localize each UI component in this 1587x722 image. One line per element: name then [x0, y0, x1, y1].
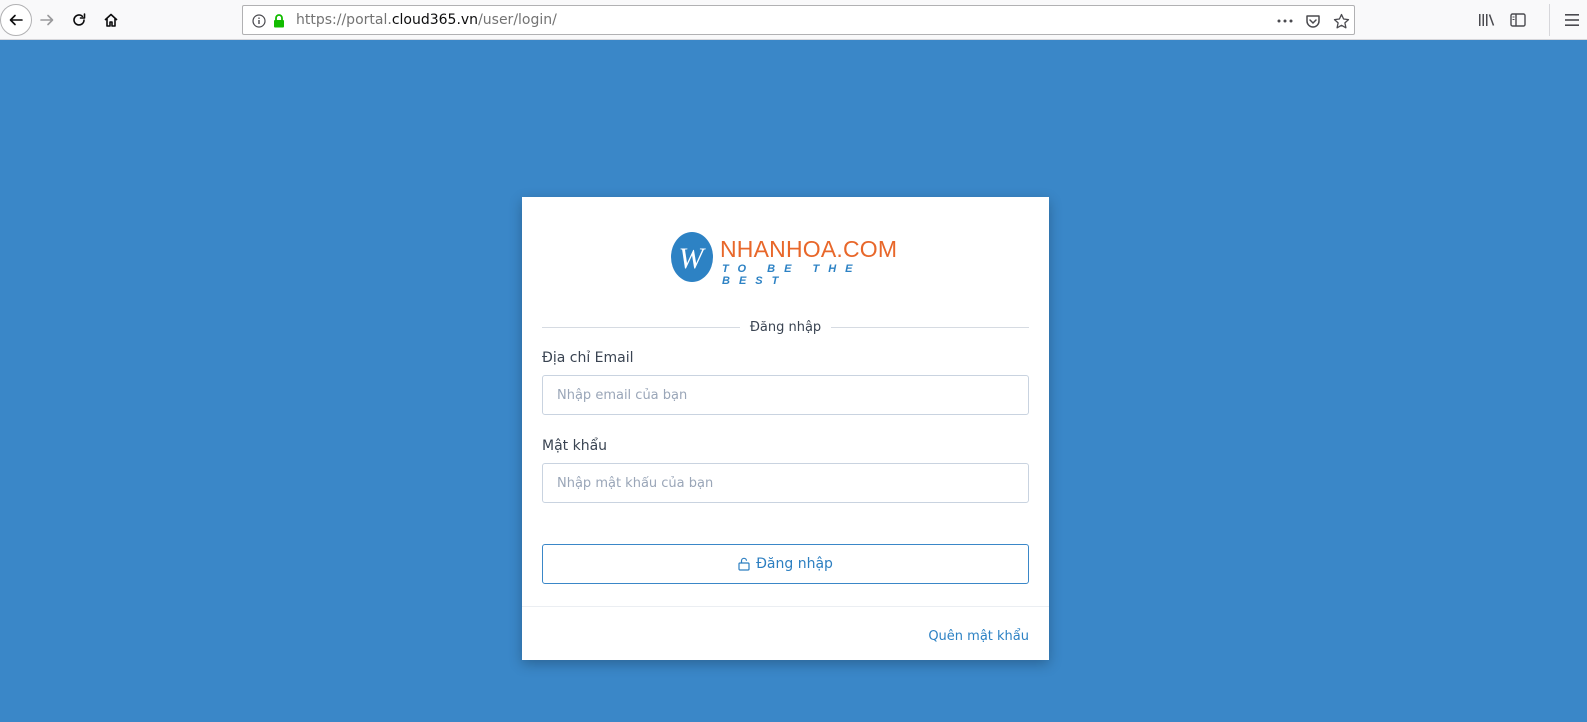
- lock-icon[interactable]: [270, 12, 288, 30]
- back-button[interactable]: [0, 4, 32, 36]
- logo-mark: W: [671, 232, 713, 282]
- email-field[interactable]: [542, 375, 1029, 415]
- card-footer-divider: [522, 606, 1049, 607]
- browser-toolbar: https://portal.cloud365.vn/user/login/: [0, 0, 1587, 40]
- sidebar-toggle-button[interactable]: [1508, 10, 1528, 30]
- arrow-left-icon: [9, 14, 23, 26]
- logo-mark-letter: W: [679, 242, 707, 275]
- library-icon: [1479, 14, 1495, 26]
- reload-icon: [73, 13, 86, 26]
- login-heading: Đăng nhập: [739, 320, 832, 335]
- reload-button[interactable]: [63, 4, 95, 36]
- url-host: cloud365.vn: [391, 12, 479, 28]
- login-button[interactable]: Đăng nhập: [542, 544, 1029, 584]
- library-button[interactable]: [1477, 10, 1497, 30]
- password-label: Mật khẩu: [542, 438, 608, 454]
- menu-button[interactable]: [1562, 10, 1582, 30]
- home-icon: [104, 13, 118, 27]
- logo-tagline: TO BE THE BEST: [722, 263, 862, 287]
- info-icon[interactable]: [250, 12, 268, 30]
- email-label: Địa chỉ Email: [542, 350, 634, 366]
- url-bar[interactable]: https://portal.cloud365.vn/user/login/: [242, 5, 1355, 35]
- url-prefix: https://portal.: [296, 12, 392, 28]
- home-button[interactable]: [95, 4, 127, 36]
- toolbar-divider: [1549, 4, 1550, 36]
- pocket-icon[interactable]: [1304, 12, 1322, 30]
- arrow-right-icon: [40, 14, 54, 26]
- unlock-icon: [738, 557, 750, 571]
- sidebar-icon: [1510, 13, 1526, 27]
- forward-button[interactable]: [31, 4, 63, 36]
- brand-logo: W NHANHOA.COM TO BE THE BEST: [670, 231, 910, 287]
- logo-brand: NHANHOA.COM: [720, 236, 898, 262]
- hamburger-menu-icon: [1565, 14, 1579, 26]
- forgot-password-link[interactable]: Quên mật khẩu: [928, 629, 1029, 644]
- login-card: W NHANHOA.COM TO BE THE BEST Đăng nhập Đ…: [522, 197, 1049, 660]
- login-button-label: Đăng nhập: [756, 556, 833, 572]
- password-field[interactable]: [542, 463, 1029, 503]
- login-heading-row: Đăng nhập: [542, 319, 1029, 337]
- more-actions-icon[interactable]: [1276, 12, 1294, 30]
- url-path: /user/login/: [478, 12, 557, 28]
- url-text: https://portal.cloud365.vn/user/login/: [296, 12, 557, 28]
- bookmark-star-icon[interactable]: [1332, 12, 1350, 30]
